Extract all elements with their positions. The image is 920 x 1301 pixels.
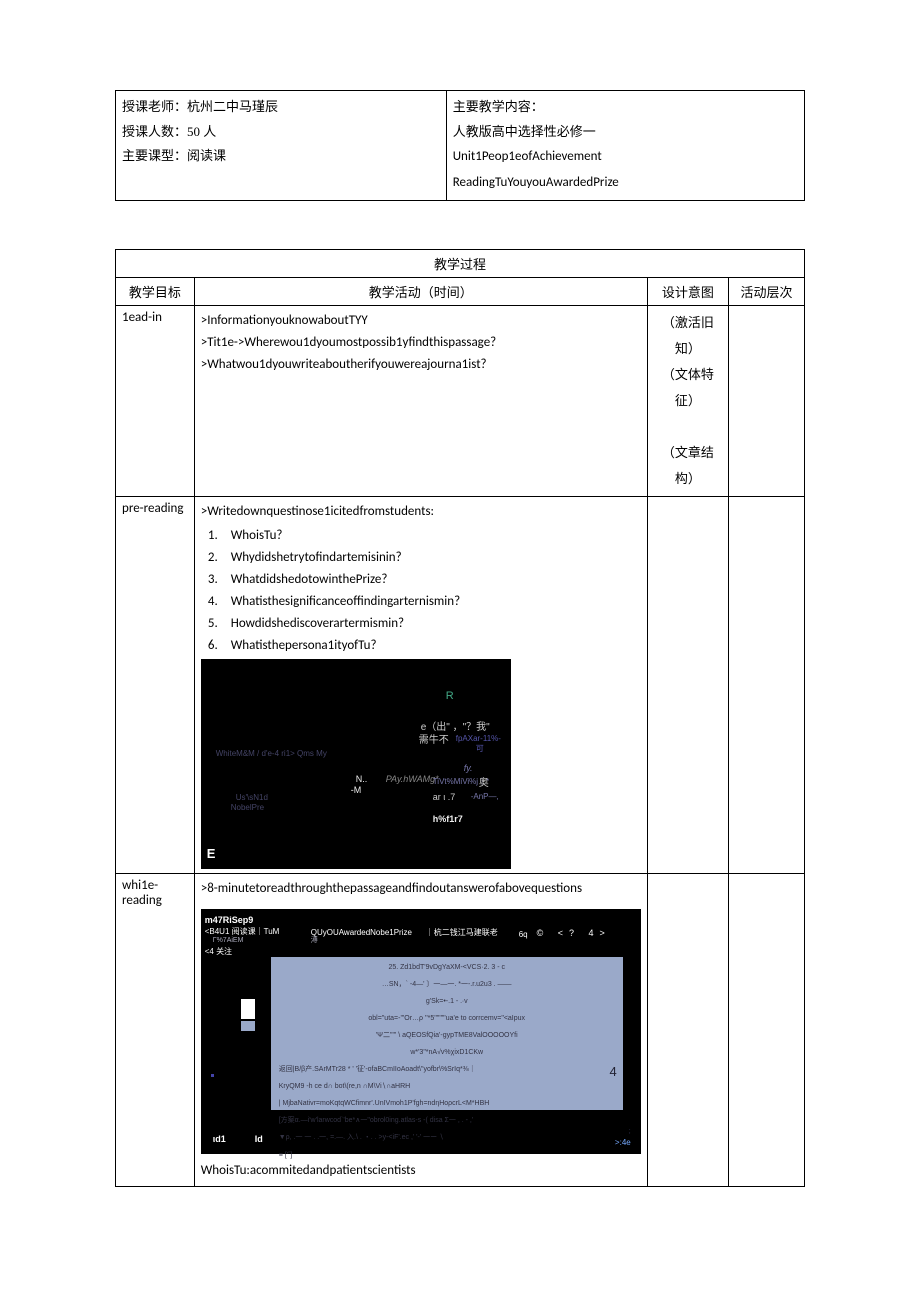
img2-text: …SN，` -4—' 〕一—一. *一-.r.u2u3 . —— xyxy=(271,976,623,993)
lesson-plan-table: 教学过程 教学目标 教学活动（时间） 设计意图 活动层次 1ead-in >In… xyxy=(115,249,805,1187)
img2-text: 溥 xyxy=(311,935,318,947)
list-item: Howdidshediscoverartermismin? xyxy=(221,613,641,635)
img2-panel: 25. Zd1bdT'9vDgYaXM-<VCS·2. 3 - c …SN，` … xyxy=(271,957,623,1110)
design-cell xyxy=(647,496,728,874)
leadin-line2: >Tit1e->Wherewou1dyoumostpossib1yfindthi… xyxy=(201,335,496,350)
count-value: 50 人 xyxy=(187,124,216,139)
stage-prereading: pre-reading xyxy=(116,496,195,874)
embedded-screenshot-2: m47RiSep9 <B4U1 阅读课｜TuM Γ%7AiEM <4 关注 QU… xyxy=(201,909,641,1154)
img2-toolbar-icons: © <? 4> xyxy=(537,926,611,941)
col-design: 设计意图 xyxy=(647,277,728,305)
type-label: 主要课型： xyxy=(122,148,187,163)
table-row: whi1e-reading >8-minutetoreadthroughthep… xyxy=(116,874,805,1186)
img2-text: 25. Zd1bdT'9vDgYaXM-<VCS·2. 3 - c xyxy=(271,959,623,976)
content-line2: Unit1Peop1eofAchievement xyxy=(453,149,602,164)
level-cell xyxy=(729,874,805,1186)
table-row: pre-reading >Writedownquestinose1icitedf… xyxy=(116,496,805,874)
img2-dot xyxy=(211,1074,214,1077)
img1-text: ar ι .7 xyxy=(433,790,456,805)
img1-text: NobelPre xyxy=(231,801,264,815)
img2-text: 'Ψ二'"" \ aQEOSfQia'-gypTME8ValOOOOOYfi xyxy=(271,1027,623,1044)
stage-whilereading: whi1e-reading xyxy=(116,874,195,1186)
img2-text: Id xyxy=(255,1132,263,1147)
count-label: 授课人数： xyxy=(122,124,187,139)
col-goal: 教学目标 xyxy=(116,277,195,305)
teacher-value: 杭州二中马瑾辰 xyxy=(187,99,278,114)
img2-text: ιd1 xyxy=(213,1132,226,1147)
img1-text: E xyxy=(207,843,216,865)
img2-text: >:4e xyxy=(615,1136,631,1150)
img1-text: R xyxy=(446,687,454,706)
while-line1: >8-minutetoreadthroughthepassageandfindo… xyxy=(201,881,582,896)
design-3: （文章结构） xyxy=(662,445,714,486)
img1-text: 需牛不 xyxy=(419,732,449,749)
list-item: WhatdidshedotowinthePrize? xyxy=(221,569,641,591)
img2-text: ｜杭二钱江马建联老 xyxy=(426,926,498,940)
img1-text: h%f1r7 xyxy=(433,812,463,827)
content-line1: 人教版高中选择性必修一 xyxy=(453,124,596,139)
img2-text: <4 关注 xyxy=(205,945,232,959)
img2-text: g'Sk=•-.1 - .∙v xyxy=(271,993,623,1010)
leadin-line3: >Whatwou1dyouwriteaboutherifyouwereajour… xyxy=(201,357,487,372)
img2-text: 返回|B/β产.SArMTr28 * ' '征'-ofaBCmIIoAoadt\… xyxy=(271,1061,623,1078)
embedded-screenshot-1: R e（出" ，"？我" 需牛不 fpAXar-11%- 可 WhiteM&M … xyxy=(201,659,511,869)
stage-leadin: 1ead-in xyxy=(116,305,195,496)
img2-text: | MjbaNativr=moKqtqWCfimnr'.UnIVmoh1P'fg… xyxy=(271,1095,623,1112)
img1-text: PAy.hWAMg* xyxy=(386,772,439,787)
img2-text: 6q xyxy=(519,928,528,942)
pre-intro: >Writedownquestinose1icitedfromstudents: xyxy=(201,504,434,519)
img2-text: ≡ ['ˆ] xyxy=(271,1147,623,1164)
content-line3: ReadingTuYouyouAwardedPrize xyxy=(453,175,619,190)
list-item: Whatisthesignificanceoffindingarternismi… xyxy=(221,591,641,613)
design-2: （文体特征） xyxy=(662,367,714,408)
img2-text: [方案α.—i'w'larwcod`'be*∧一"obrol0ing.atlas… xyxy=(271,1112,623,1129)
design-cell xyxy=(647,874,728,1186)
col-activity: 教学活动（时间） xyxy=(194,277,647,305)
level-cell xyxy=(729,305,805,496)
img2-thumb xyxy=(241,999,255,1019)
img2-text: ▼ρ, .一 一 . .一, =.—. 入.\ . ・. . >y-<iF'.e… xyxy=(271,1129,623,1146)
while-tail: WhoisTu:acommitedandpatientscientists xyxy=(201,1163,416,1178)
img2-page-number: 4 xyxy=(609,1061,616,1083)
table-row: 1ead-in >InformationyouknowaboutTYY >Tit… xyxy=(116,305,805,496)
lesson-header-table: 授课老师：杭州二中马瑾辰 授课人数：50 人 主要课型：阅读课 主要教学内容： … xyxy=(115,90,805,201)
img2-thumb xyxy=(241,1021,255,1031)
level-cell xyxy=(729,496,805,874)
img2-text: KryQM9 -h ce d∩ bot\(re,n ∩M\Vi∖∩aHRH xyxy=(271,1078,623,1095)
img1-text: fy. xyxy=(464,761,473,776)
design-1: （激活旧知） xyxy=(662,315,714,356)
list-item: Whatisthepersona1ityofTu? xyxy=(221,635,641,657)
img2-text: w*'3"*nA√v%χixD1CKw xyxy=(271,1044,623,1061)
leadin-line1: >InformationyouknowaboutTYY xyxy=(201,313,368,328)
img1-text: 可 xyxy=(476,742,484,756)
type-value: 阅读课 xyxy=(187,148,226,163)
table-title: 教学过程 xyxy=(116,249,805,277)
list-item: WhoisTu? xyxy=(221,525,641,547)
img1-text: -M xyxy=(351,783,362,798)
col-level: 活动层次 xyxy=(729,277,805,305)
img1-text: -AnP—, xyxy=(471,790,499,804)
img2-text: QUyOUAwardedNobe1Prize xyxy=(311,926,412,940)
list-item: Whydidshetrytofindartemisinin? xyxy=(221,547,641,569)
img1-text: WhiteM&M / d'e-4 ri1> Qms My xyxy=(216,747,327,761)
content-label: 主要教学内容： xyxy=(453,99,544,114)
teacher-label: 授课老师： xyxy=(122,99,187,114)
img2-text: obl="uta=-'"Or…ρ ''*5'""'"'ua'e to corrc… xyxy=(271,1010,623,1027)
